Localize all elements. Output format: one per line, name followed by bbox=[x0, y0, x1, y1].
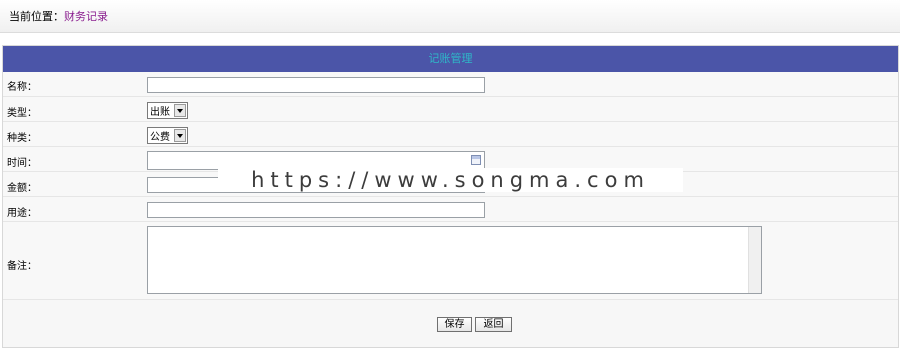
breadcrumb-current[interactable]: 财务记录 bbox=[64, 10, 108, 23]
time-label: 时间： bbox=[7, 158, 37, 169]
form-row-remark: 备注： bbox=[3, 222, 898, 300]
watermark-text: https://www.songma.com bbox=[218, 168, 683, 192]
back-button[interactable]: 返回 bbox=[475, 317, 512, 332]
top-bar: 当前位置：财务记录 bbox=[0, 0, 900, 33]
purpose-input[interactable] bbox=[147, 202, 485, 218]
name-label: 名称： bbox=[7, 82, 37, 93]
panel-title: 记账管理 bbox=[3, 46, 898, 72]
breadcrumb-prefix: 当前位置： bbox=[9, 10, 64, 23]
category-select-value: 公费 bbox=[150, 132, 170, 143]
breadcrumb: 当前位置：财务记录 bbox=[9, 8, 108, 24]
amount-label: 金额： bbox=[7, 183, 37, 194]
calendar-icon[interactable] bbox=[471, 155, 481, 165]
remark-textarea[interactable] bbox=[147, 226, 762, 294]
form-row-purpose: 用途： bbox=[3, 197, 898, 222]
chevron-down-icon[interactable] bbox=[174, 104, 186, 117]
form-row-name: 名称： bbox=[3, 72, 898, 97]
remark-scrollbar[interactable] bbox=[748, 227, 761, 293]
purpose-label: 用途： bbox=[7, 208, 37, 219]
type-select[interactable]: 出账 bbox=[147, 102, 188, 119]
form-panel: 记账管理 名称： 类型： 出账 种类： 公费 时间： 金额： 用途： 备注： 保… bbox=[2, 45, 899, 348]
chevron-down-icon[interactable] bbox=[174, 129, 186, 142]
form-row-category: 种类： 公费 bbox=[3, 122, 898, 147]
form-row-type: 类型： 出账 bbox=[3, 97, 898, 122]
remark-label: 备注： bbox=[7, 261, 37, 272]
category-label: 种类： bbox=[7, 133, 37, 144]
type-label: 类型： bbox=[7, 108, 37, 119]
type-select-value: 出账 bbox=[150, 107, 170, 118]
name-input[interactable] bbox=[147, 77, 485, 93]
category-select[interactable]: 公费 bbox=[147, 127, 188, 144]
save-button[interactable]: 保存 bbox=[437, 317, 472, 332]
